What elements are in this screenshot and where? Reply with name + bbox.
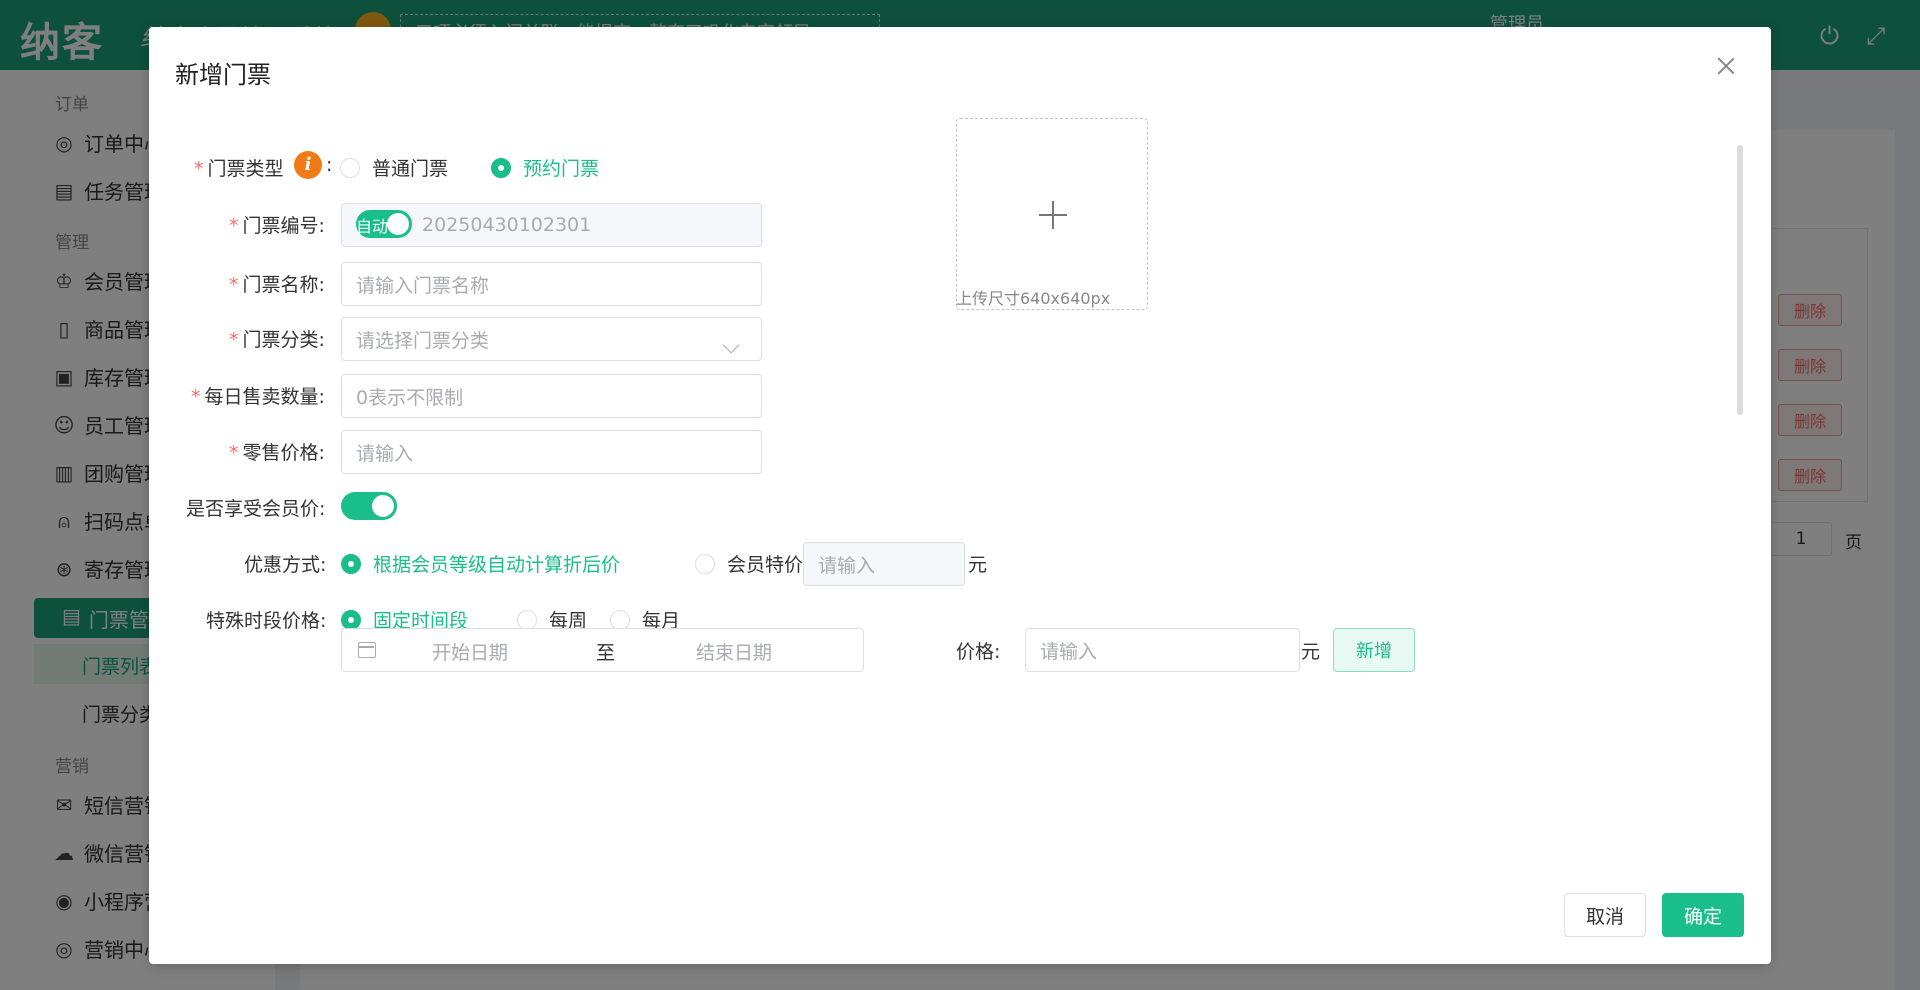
add-period-button[interactable]: 新增: [1333, 628, 1415, 672]
special-period-label: 特殊时段价格:: [206, 610, 327, 632]
member-price-label: 是否享受会员价:: [186, 498, 326, 520]
period-price-label: 价格:: [956, 641, 1001, 663]
range-separator: 至: [596, 642, 616, 664]
close-icon[interactable]: [1715, 55, 1737, 77]
radio-dot[interactable]: [341, 609, 361, 630]
yuan-unit: 元: [968, 554, 988, 576]
ticket-type-label: * 门票类型: [194, 158, 284, 180]
daily-quantity-label: * 每日售卖数量:: [191, 386, 325, 408]
radio-reservation-ticket[interactable]: 预约门票: [491, 154, 599, 181]
cancel-button[interactable]: 取消: [1564, 893, 1646, 937]
dialog-scrollbar[interactable]: [1737, 145, 1743, 415]
calendar-icon: [358, 642, 376, 658]
dialog-title: 新增门票: [175, 61, 271, 89]
radio-dot[interactable]: [341, 553, 361, 574]
ticket-name-input[interactable]: 请输入门票名称: [341, 262, 762, 306]
period-price-input[interactable]: 请输入: [1025, 628, 1300, 672]
plus-icon: [1039, 201, 1067, 229]
end-date-input[interactable]: 结束日期: [696, 638, 772, 665]
label-colon: :: [326, 154, 333, 176]
member-special-price-input[interactable]: 请输入: [803, 542, 965, 586]
retail-price-label: * 零售价格:: [229, 442, 325, 464]
ticket-name-label: * 门票名称:: [229, 274, 325, 296]
radio-dot[interactable]: [517, 609, 537, 630]
discount-method-label: 优惠方式:: [244, 554, 327, 576]
start-date-input[interactable]: 开始日期: [432, 638, 508, 665]
upload-size-tip: 上传尺寸640x640px: [956, 289, 1111, 308]
yuan-unit: 元: [1301, 641, 1321, 663]
ticket-no-label: * 门票编号:: [229, 215, 325, 237]
member-price-switch[interactable]: [341, 492, 397, 520]
info-icon[interactable]: i: [294, 151, 322, 179]
image-uploader[interactable]: [956, 118, 1148, 310]
radio-dot[interactable]: [491, 157, 511, 178]
add-ticket-dialog: 新增门票 * 门票类型 i : 普通门票 预约门票 * 门票编号: 20250430…: [149, 27, 1771, 964]
ticket-category-select[interactable]: 请选择门票分类: [341, 317, 762, 361]
retail-price-input[interactable]: 请输入: [341, 430, 762, 474]
radio-dot[interactable]: [340, 157, 360, 178]
radio-auto-discount[interactable]: 根据会员等级自动计算折后价: [341, 550, 620, 577]
confirm-button[interactable]: 确定: [1662, 893, 1744, 937]
ticket-category-label: * 门票分类:: [229, 329, 325, 351]
radio-dot[interactable]: [695, 553, 715, 574]
radio-member-special[interactable]: 会员特价: [695, 550, 803, 577]
daily-quantity-input[interactable]: 0表示不限制: [341, 374, 762, 418]
radio-dot[interactable]: [610, 609, 630, 630]
auto-number-switch[interactable]: 自动: [356, 210, 412, 238]
radio-normal-ticket[interactable]: 普通门票: [340, 154, 448, 181]
date-range-picker[interactable]: 开始日期 至 结束日期: [341, 628, 864, 672]
